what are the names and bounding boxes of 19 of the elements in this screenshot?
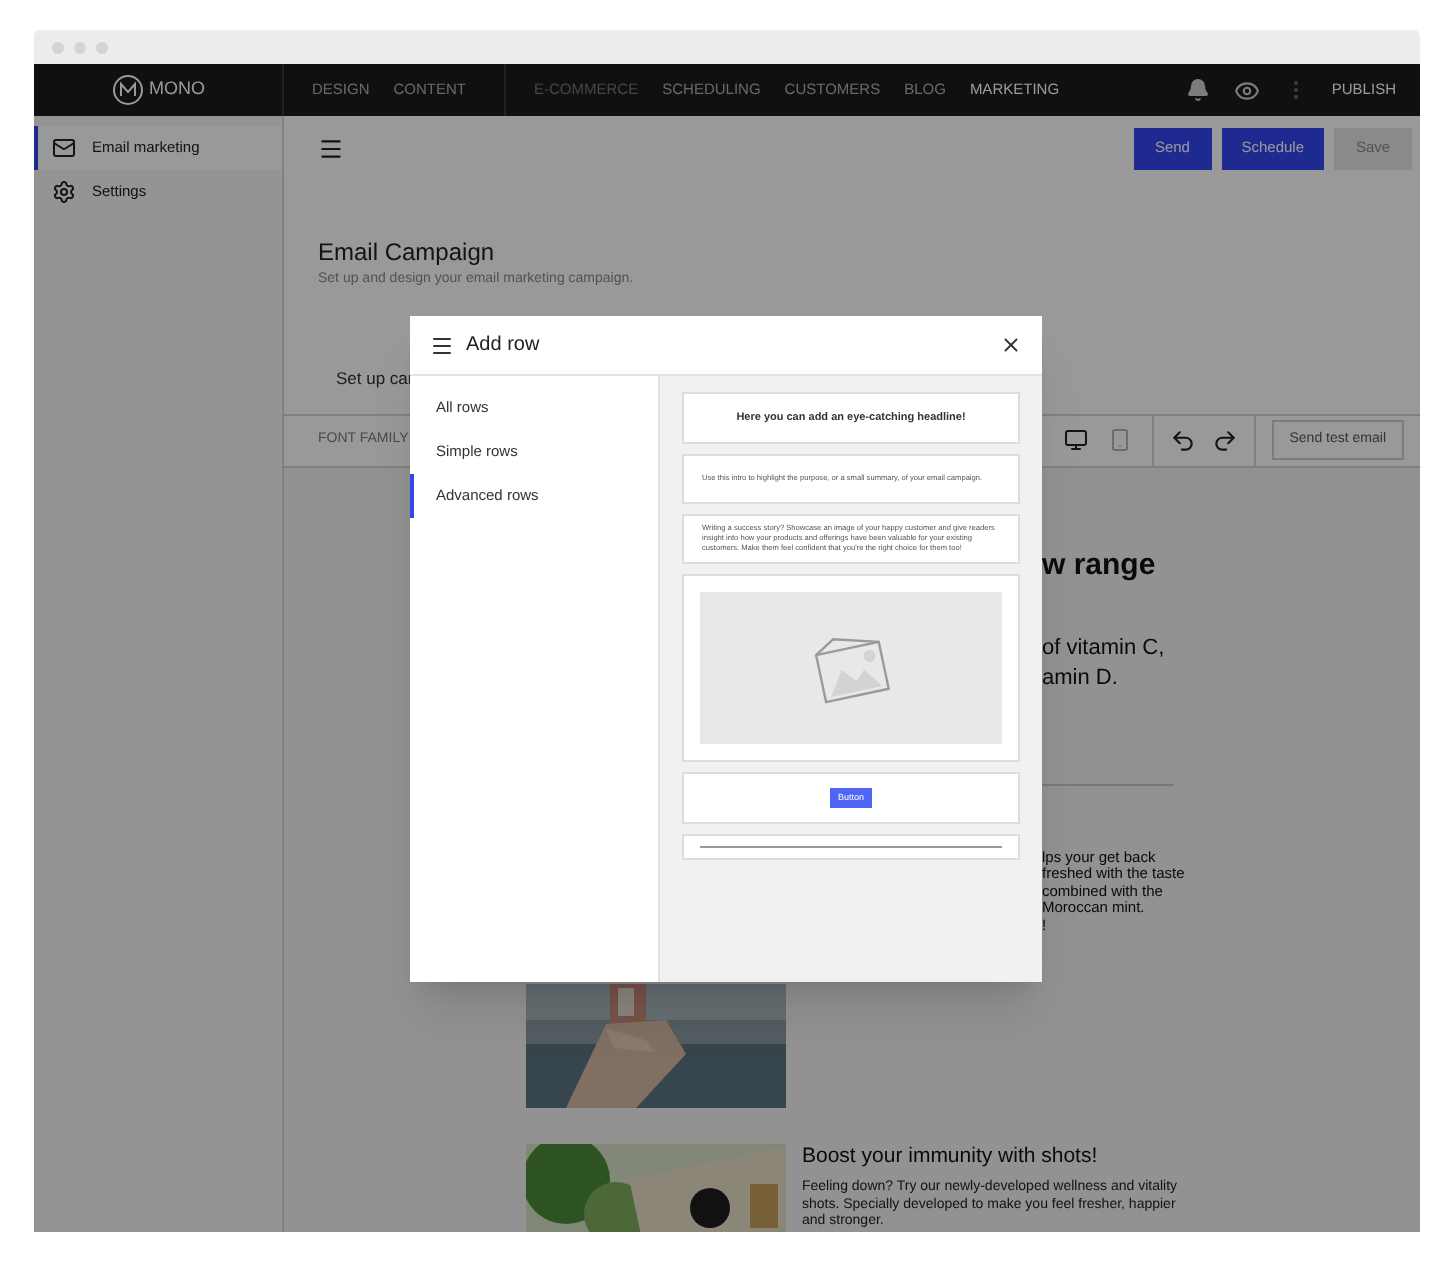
page-title: Email Campaign [318, 238, 497, 266]
section-heading: Boost your immunity with shots! [802, 1144, 1100, 1171]
email-intro-line: amin D. [1042, 663, 1120, 693]
menu-icon[interactable] [318, 135, 344, 161]
logo-text: MONO [149, 76, 205, 103]
mail-icon [52, 136, 76, 160]
email-headline: w range [1042, 547, 1158, 583]
settings-icon [52, 180, 76, 204]
close-icon[interactable] [1000, 334, 1022, 356]
bell-icon[interactable] [1185, 78, 1210, 102]
undo-icon[interactable] [1169, 427, 1196, 453]
divider-row[interactable] [682, 834, 1020, 860]
menu-icon[interactable] [430, 333, 454, 357]
logo-icon [111, 74, 143, 106]
redo-icon[interactable] [1211, 427, 1238, 453]
desktop-icon[interactable] [1063, 428, 1088, 452]
eye-icon[interactable] [1233, 77, 1260, 103]
email-intro-line: of vitamin C, [1042, 633, 1167, 663]
dialog-title: Add row [466, 332, 540, 360]
